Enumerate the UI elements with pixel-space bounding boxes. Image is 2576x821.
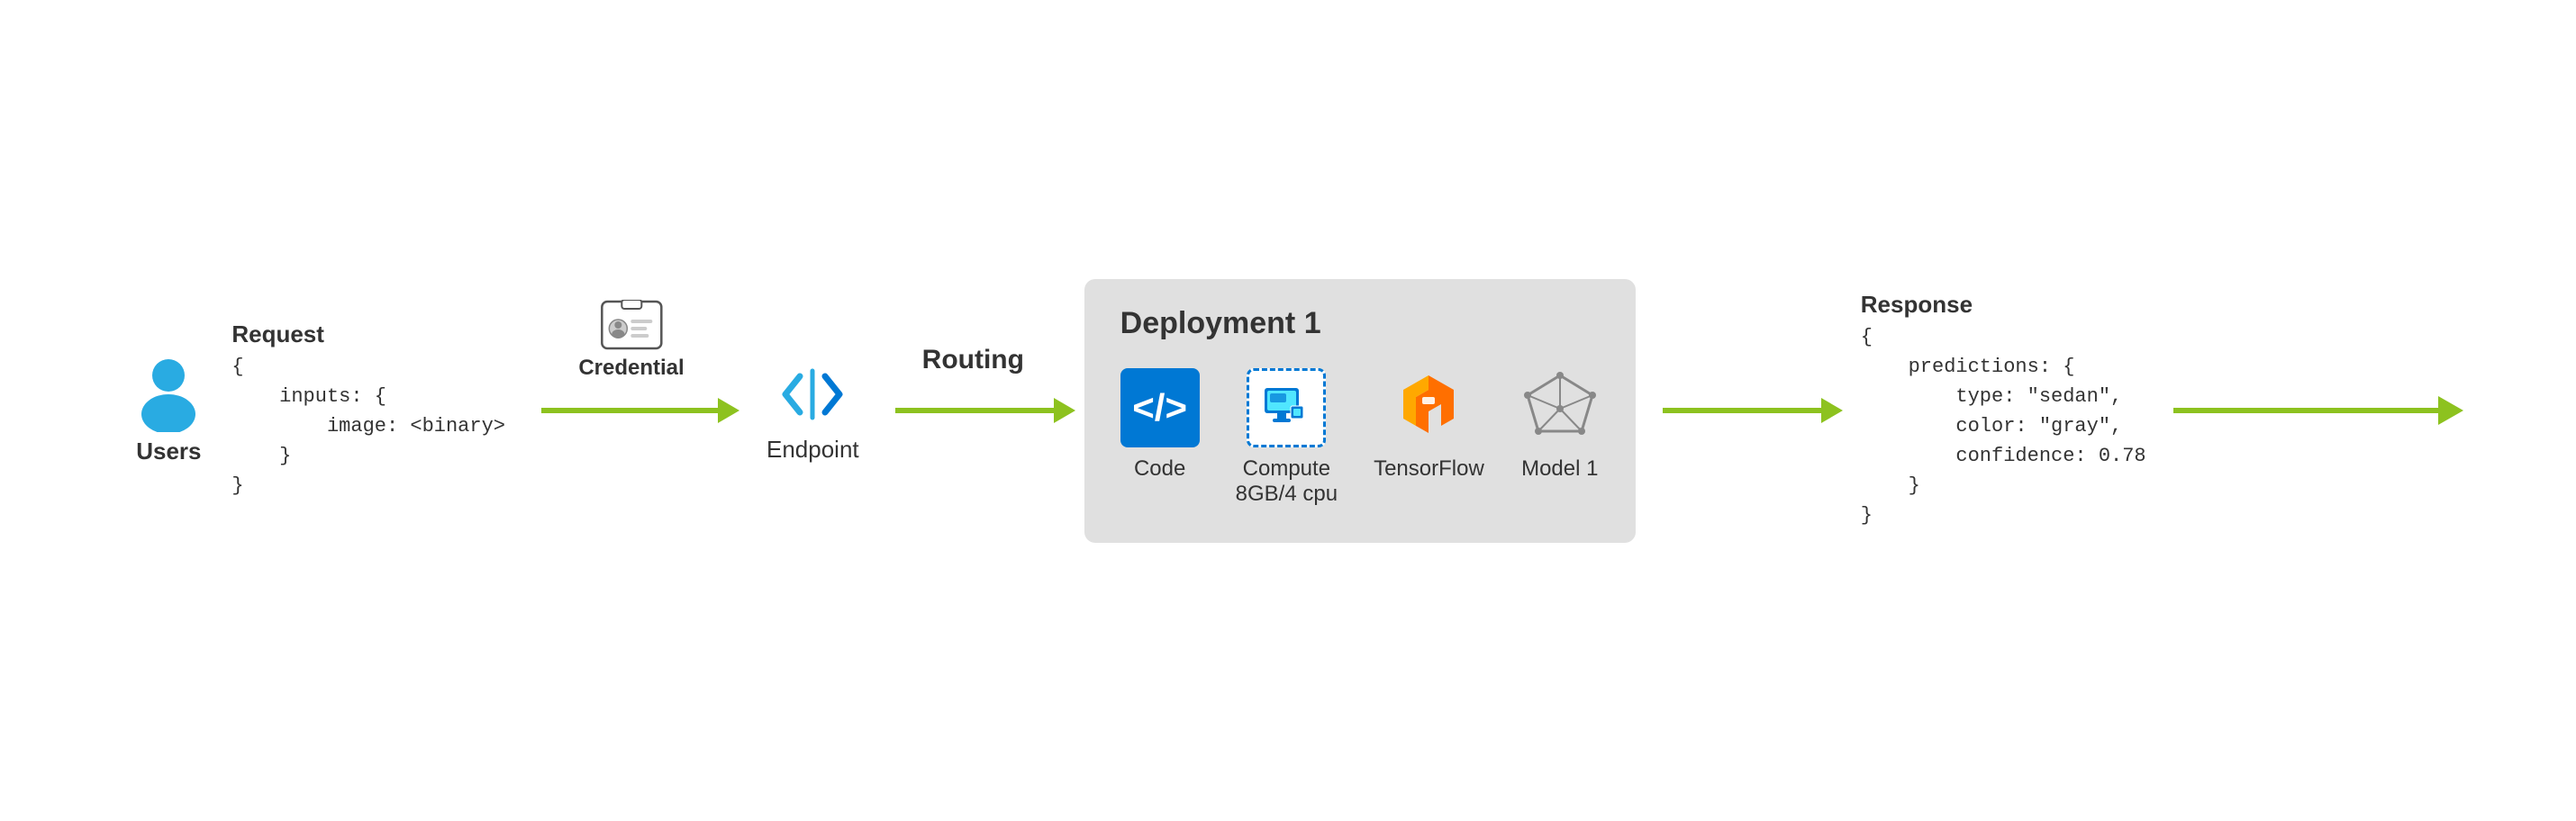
request-code: { inputs: { image: <binary> } }: [231, 352, 505, 501]
users-label: Users: [136, 438, 201, 465]
deployment-item-compute: Compute 8GB/4 cpu: [1236, 368, 1338, 507]
tensorflow-icon: [1389, 368, 1468, 447]
deployment-item-code: </> Code: [1120, 368, 1200, 482]
arrow-routing-section: Routing: [895, 408, 1057, 413]
credential-icon: [600, 300, 663, 350]
left-arrow-section: Users Request { inputs: { image: <binary…: [132, 320, 514, 501]
response-label: Response: [1861, 291, 2146, 319]
deployment-box: Deployment 1 </> Code: [1084, 279, 1636, 543]
arrow-line-3: [1663, 408, 1825, 413]
model1-icon: [1520, 368, 1600, 447]
credential-label: Credential: [578, 356, 684, 381]
compute-label: Compute 8GB/4 cpu: [1236, 456, 1338, 507]
compute-icon: [1259, 381, 1313, 435]
endpoint-icon: [776, 358, 848, 430]
credential-block: Credential: [578, 300, 684, 381]
deployment-item-tensorflow: TensorFlow: [1374, 368, 1484, 482]
response-block: Response { predictions: { type: "sedan",…: [1861, 291, 2146, 530]
response-section: Response { predictions: { type: "sedan",…: [1834, 291, 2146, 530]
code-label: Code: [1134, 456, 1185, 482]
compute-icon-box: [1247, 368, 1326, 447]
tensorflow-label: TensorFlow: [1374, 456, 1484, 482]
model1-label: Model 1: [1521, 456, 1598, 482]
endpoint-label: Endpoint: [766, 436, 859, 464]
long-right-arrow: [2173, 408, 2444, 413]
arrow-line-1: [541, 408, 721, 413]
request-label: Request: [231, 320, 505, 348]
diagram-container: Users Request { inputs: { image: <binary…: [0, 0, 2576, 821]
users-section: Users: [132, 356, 204, 465]
arrow-line-2: [895, 408, 1057, 413]
routing-label: Routing: [922, 345, 1024, 375]
request-block: Request { inputs: { image: <binary> } }: [231, 320, 505, 501]
diagram-inner: Users Request { inputs: { image: <binary…: [132, 279, 2443, 543]
arrow-credential-section: Credential: [541, 408, 721, 413]
deployment-item-model1: Model 1: [1520, 368, 1600, 482]
deployment-title: Deployment 1: [1120, 306, 1600, 341]
response-code: { predictions: { type: "sedan", color: "…: [1861, 322, 2146, 530]
endpoint-section: Endpoint: [766, 358, 859, 464]
arrow-line-3-section: [1663, 408, 1825, 413]
deployment-icons-row: </> Code: [1120, 368, 1600, 507]
user-icon: [132, 356, 204, 432]
code-brackets-icon: </>: [1132, 389, 1187, 427]
code-icon-box: </>: [1120, 368, 1200, 447]
